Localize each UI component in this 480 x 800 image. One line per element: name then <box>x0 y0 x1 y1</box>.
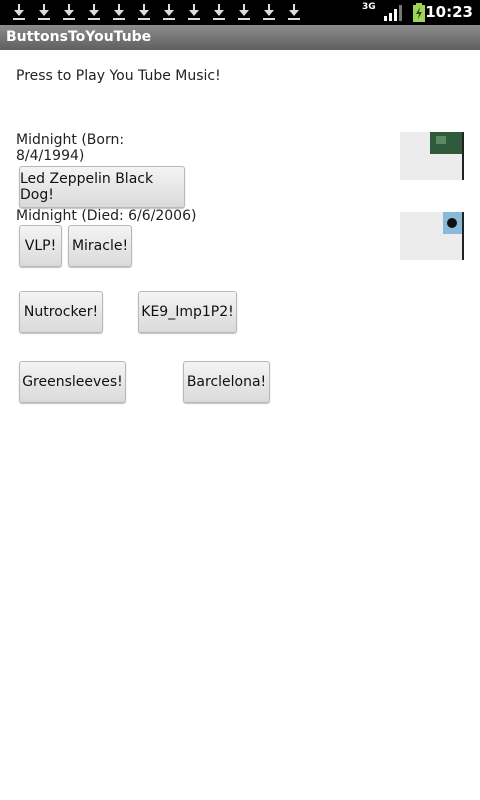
barcelona-button[interactable]: Barclelona! <box>183 361 270 403</box>
miracle-button[interactable]: Miracle! <box>68 225 132 267</box>
download-icon <box>112 4 126 20</box>
battery-charging-icon <box>412 3 426 22</box>
ke9-button[interactable]: KE9_Imp1P2! <box>138 291 237 333</box>
download-icon <box>187 4 201 20</box>
intro-text: Press to Play You Tube Music! <box>16 68 221 84</box>
download-icon <box>262 4 276 20</box>
nutrocker-button[interactable]: Nutrocker! <box>19 291 103 333</box>
download-icon <box>137 4 151 20</box>
led-zeppelin-button[interactable]: Led Zeppelin Black Dog! <box>19 166 185 208</box>
born-label: Midnight (Born: 8/4/1994) <box>16 132 125 164</box>
download-icon <box>62 4 76 20</box>
download-icon <box>37 4 51 20</box>
download-icon <box>212 4 226 20</box>
greensleeves-button[interactable]: Greensleeves! <box>19 361 126 403</box>
died-label: Midnight (Died: 6/6/2006) <box>16 208 197 224</box>
network-type-icon: 3G <box>362 3 376 21</box>
app-title: ButtonsToYouTube <box>6 29 152 45</box>
clock: 10:23 <box>425 3 473 21</box>
download-icon <box>237 4 251 20</box>
vlp-button[interactable]: VLP! <box>19 225 62 267</box>
download-icon <box>287 4 301 20</box>
download-icon <box>162 4 176 20</box>
download-icon <box>12 4 26 20</box>
network-type-label: 3G <box>362 2 376 12</box>
video-thumbnail <box>400 212 464 260</box>
status-bar: 3G 10:23 <box>0 0 480 25</box>
download-icon <box>87 4 101 20</box>
app-title-bar: ButtonsToYouTube <box>0 25 480 50</box>
video-thumbnail <box>400 132 464 180</box>
signal-strength-icon <box>384 5 404 21</box>
